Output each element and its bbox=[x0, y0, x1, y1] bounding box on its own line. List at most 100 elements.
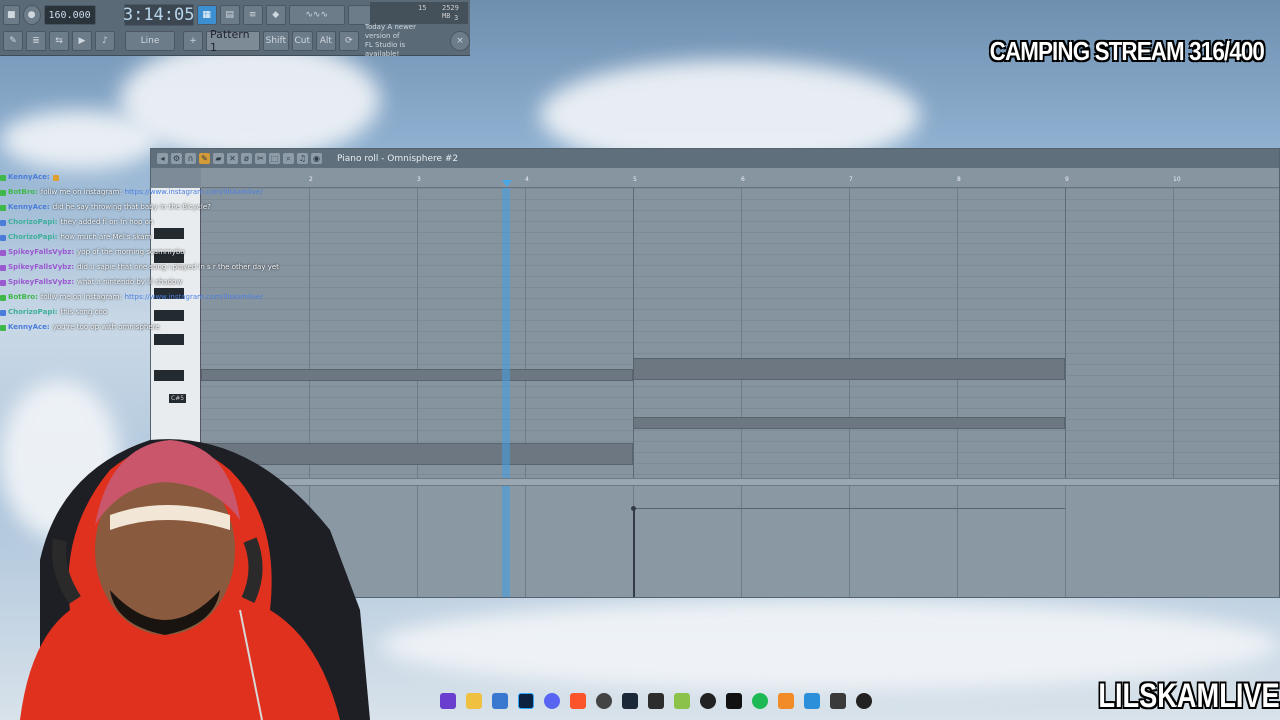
windows-taskbar bbox=[440, 689, 960, 713]
record-button[interactable]: ● bbox=[22, 5, 41, 25]
select-icon[interactable]: ⬚ bbox=[269, 153, 280, 164]
play-icon[interactable]: ▶ bbox=[72, 31, 92, 51]
close-hint-icon[interactable]: × bbox=[450, 31, 470, 51]
chat-message: SpikeyFallsVybz: what a nintendo by lil … bbox=[0, 275, 290, 290]
mic-icon[interactable]: ♪ bbox=[95, 31, 115, 51]
playhead-marker-icon[interactable] bbox=[502, 180, 512, 187]
bar-number: 8 bbox=[957, 176, 961, 183]
spotify-icon[interactable] bbox=[752, 693, 768, 709]
sub-badge-icon bbox=[0, 249, 6, 256]
chat-text: this song coo bbox=[60, 308, 107, 316]
chat-text: you're too op with omnisphere bbox=[52, 323, 160, 331]
discord-icon[interactable] bbox=[544, 693, 560, 709]
browser-icon[interactable]: ◆ bbox=[265, 5, 286, 25]
velocity-bar[interactable] bbox=[633, 510, 635, 597]
pencil-icon[interactable]: ✎ bbox=[199, 153, 210, 164]
notes-icon[interactable] bbox=[804, 693, 820, 709]
step-seq-icon[interactable]: ▤ bbox=[219, 5, 240, 25]
bar-line bbox=[417, 188, 418, 478]
sub-badge-icon bbox=[0, 264, 6, 271]
update-icon[interactable]: ⟳ bbox=[338, 31, 359, 51]
bar-line bbox=[525, 486, 526, 597]
mute-icon[interactable]: ø bbox=[241, 153, 252, 164]
obs-icon[interactable] bbox=[856, 693, 872, 709]
tempo-display[interactable]: 160.000 bbox=[43, 5, 96, 25]
chrome-icon[interactable] bbox=[596, 693, 612, 709]
mixer-icon[interactable]: ≡ bbox=[242, 5, 263, 25]
folder-icon[interactable] bbox=[466, 693, 482, 709]
webcam-overlay bbox=[0, 410, 370, 720]
chat-message: SpikeyFallsVybz: yop of the morning scam… bbox=[0, 245, 290, 260]
waveform-icon: ∿∿∿ bbox=[288, 5, 345, 25]
store-icon[interactable] bbox=[492, 693, 508, 709]
sub-badge-icon bbox=[0, 234, 6, 241]
cut-button[interactable]: Cut bbox=[291, 31, 313, 51]
document-icon[interactable] bbox=[830, 693, 846, 709]
pat-song-icon[interactable]: ⇆ bbox=[49, 31, 69, 51]
cloud bbox=[0, 110, 160, 170]
playlist-icon[interactable]: ▦ bbox=[196, 5, 217, 25]
delete-icon[interactable]: ✕ bbox=[227, 153, 238, 164]
alt-button[interactable]: Alt bbox=[315, 31, 336, 51]
bar-line bbox=[741, 486, 742, 597]
playhead[interactable] bbox=[502, 188, 510, 478]
playback-icon[interactable]: ♫ bbox=[297, 153, 308, 164]
midi-note[interactable] bbox=[633, 417, 1065, 429]
app3-icon[interactable] bbox=[726, 693, 742, 709]
chat-user: ChorizoPapi: bbox=[8, 308, 58, 316]
piano-roll-title: Piano roll - Omnisphere #2 bbox=[337, 153, 459, 164]
mod-badge-icon bbox=[0, 174, 6, 181]
chat-link[interactable]: https://www.instagram.com/lilskamlive/ bbox=[125, 185, 263, 200]
piano-roll-titlebar[interactable]: ◂ ⚙ ∩ ✎ ▰ ✕ ø ✂ ⬚ ⌕ ♫ ◉ Piano roll - Omn… bbox=[151, 149, 1279, 168]
chat-user: SpikeyFallsVybz: bbox=[8, 278, 75, 286]
shift-button[interactable]: Shift bbox=[263, 31, 289, 51]
magnet-icon[interactable]: ∩ bbox=[185, 153, 196, 164]
step-icon[interactable]: ≣ bbox=[26, 31, 46, 51]
fl-studio-icon[interactable] bbox=[778, 693, 794, 709]
chat-text: follw me on instagram: bbox=[40, 188, 122, 196]
stream-title-overlay: CAMPING STREAM 316/400 bbox=[989, 36, 1265, 66]
chat-user: KennyAce: bbox=[8, 173, 50, 181]
midi-note[interactable] bbox=[633, 358, 1065, 380]
zoom-icon[interactable]: ⌕ bbox=[283, 153, 294, 164]
steam-icon[interactable] bbox=[622, 693, 638, 709]
stream-chat: KennyAce: BotBro: follw me on instagram:… bbox=[0, 170, 290, 332]
slice-icon[interactable]: ✂ bbox=[255, 153, 266, 164]
paint-icon[interactable]: ▰ bbox=[213, 153, 224, 164]
capcut-icon[interactable] bbox=[700, 693, 716, 709]
photoshop-icon[interactable] bbox=[518, 693, 534, 709]
chat-link[interactable]: https://www.instagram.com/lilskamlive/ bbox=[125, 290, 263, 305]
channel-brand-overlay: LILSKAMLIVE bbox=[1098, 677, 1280, 715]
midi-note[interactable] bbox=[201, 369, 633, 381]
menu-arrow-icon[interactable]: ◂ bbox=[157, 153, 168, 164]
chat-user: BotBro: bbox=[8, 188, 38, 196]
pattern-plus-icon[interactable]: + bbox=[183, 31, 203, 51]
mod-badge-icon bbox=[0, 324, 6, 331]
chat-message: SpikeyFallsVybz: did u sapie that one so… bbox=[0, 260, 290, 275]
bar-number: 4 bbox=[525, 176, 529, 183]
app-icon[interactable] bbox=[648, 693, 664, 709]
draw-icon[interactable]: ✎ bbox=[3, 31, 23, 51]
velocity-handle[interactable] bbox=[631, 506, 636, 511]
chat-text: did u sapie that one song i played in s … bbox=[77, 263, 279, 271]
bar-line bbox=[741, 188, 742, 478]
timeline-ruler[interactable]: 2 3 4 5 6 7 8 9 10 bbox=[201, 168, 1279, 188]
black-key[interactable] bbox=[154, 370, 184, 381]
brave-icon[interactable] bbox=[570, 693, 586, 709]
update-hint[interactable]: Today A newer version of FL Studio is av… bbox=[365, 23, 440, 59]
chat-message: KennyAce: bbox=[0, 170, 290, 185]
bar-line bbox=[849, 486, 850, 597]
plugin-icon[interactable]: ◉ bbox=[311, 153, 322, 164]
bar-number: 2 bbox=[309, 176, 313, 183]
wrench-icon[interactable]: ⚙ bbox=[171, 153, 182, 164]
black-key[interactable] bbox=[154, 334, 184, 345]
pattern-select[interactable]: Pattern 1 bbox=[206, 28, 261, 54]
chat-user: KennyAce: bbox=[8, 203, 50, 211]
photos-icon[interactable] bbox=[440, 693, 456, 709]
chat-user: SpikeyFallsVybz: bbox=[8, 263, 75, 271]
stop-button[interactable]: ■ bbox=[3, 5, 20, 25]
app2-icon[interactable] bbox=[674, 693, 690, 709]
bar-line bbox=[525, 188, 526, 478]
snap-select[interactable]: Line bbox=[125, 31, 175, 51]
bar-line bbox=[1173, 188, 1174, 478]
